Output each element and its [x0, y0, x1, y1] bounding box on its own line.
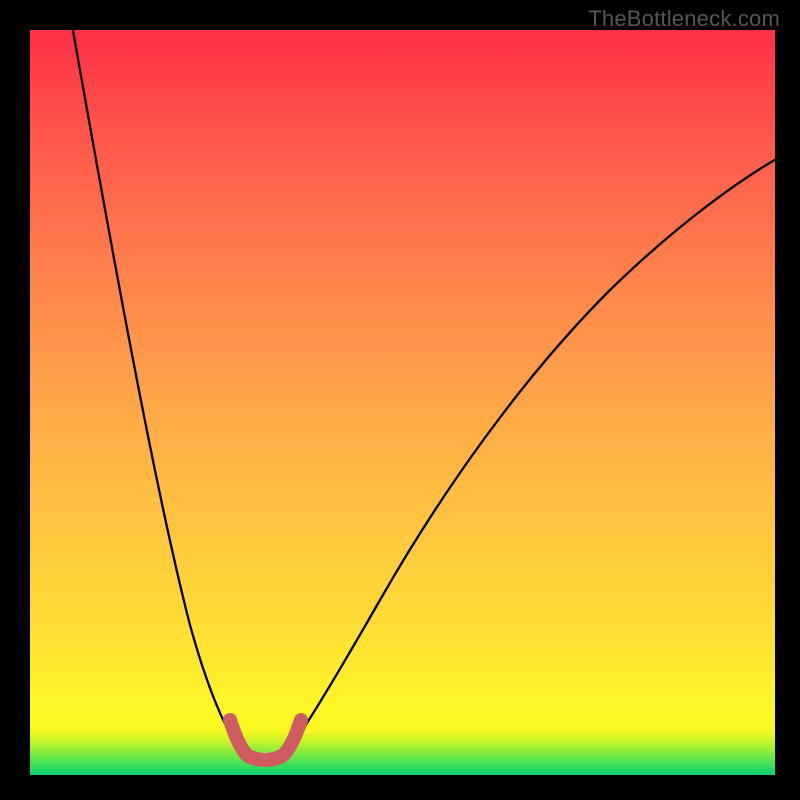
curve-right: [288, 158, 778, 752]
watermark-text: TheBottleneck.com: [588, 6, 780, 32]
curve-left: [72, 25, 242, 752]
chart-plot-area: [30, 30, 775, 775]
chart-svg: [30, 30, 775, 775]
curve-bottom-highlight: [230, 720, 301, 760]
